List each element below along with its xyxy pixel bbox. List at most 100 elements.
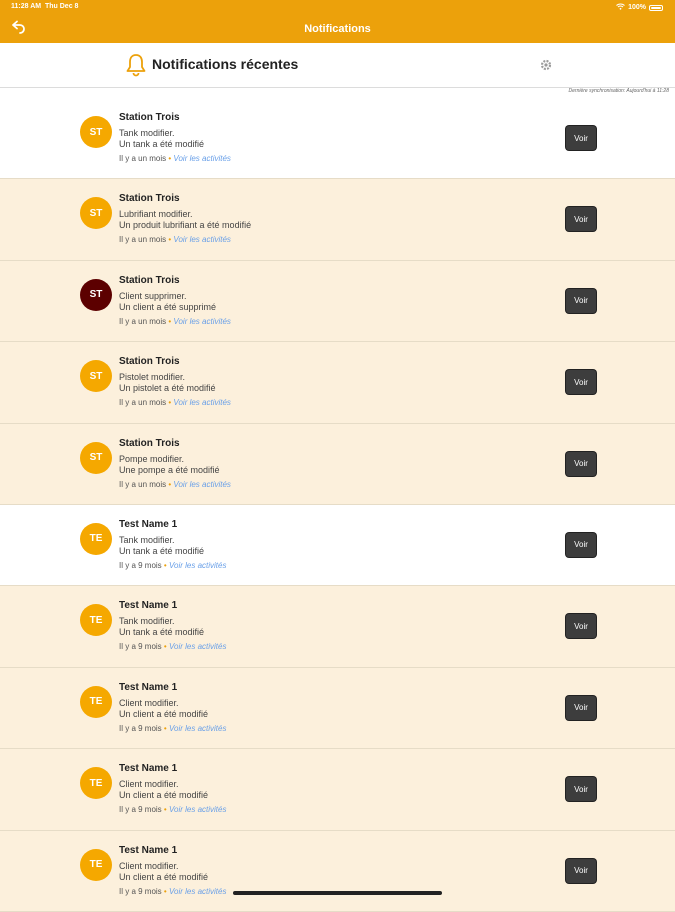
gear-icon[interactable] [539,58,553,72]
view-activities-link[interactable]: Voir les activités [169,887,227,896]
notification-meta: Il y a 9 mois • Voir les activités [119,724,226,733]
notification-title: Tank modifier. [119,616,175,627]
notification-description: Un produit lubrifiant a été modifié [119,220,252,231]
voir-button[interactable]: Voir [566,207,596,232]
separator-dot: • [163,805,167,815]
notification-description: Une pompe a été modifié [119,464,220,475]
avatar: TE [80,522,112,555]
view-activities-link[interactable]: Voir les activités [173,317,231,326]
voir-button[interactable]: Voir [566,532,596,557]
avatar: ST [80,116,112,148]
notification-time: Il y a un mois [119,154,167,163]
notification-item: ST Station Trois Pompe modifier. Une pompe … [0,423,675,505]
notification-source: Station Trois [119,193,180,205]
notification-title: Client modifier. [119,779,179,790]
notification-meta: Il y a 9 mois • Voir les activités [119,642,226,651]
notification-item: ST Station Trois Client supprimer. Un clien… [0,260,675,343]
view-activities-link[interactable]: Voir les activités [173,154,231,163]
notification-source: Station Trois [119,112,180,123]
avatar: ST [80,197,112,230]
wifi-icon [616,3,625,12]
avatar: TE [80,604,112,637]
notification-description: Un tank a été modifié [119,627,205,638]
notification-meta: Il y a un mois • Voir les activités [119,480,231,489]
notification-time: Il y a un mois [119,479,167,489]
notification-time: Il y a un mois [119,398,167,408]
notification-time: Il y a 9 mois [119,723,162,733]
notification-item: TE Test Name 1 Client modifier. Un client a… [0,667,675,750]
view-activities-link[interactable]: Voir les activités [169,724,227,733]
voir-button[interactable]: Voir [566,451,596,476]
notification-title: Pompe modifier. [119,453,185,464]
separator-dot: • [168,479,172,489]
avatar: TE [80,848,112,881]
notification-meta: Il y a un mois • Voir les activités [119,317,231,326]
notification-source: Test Name 1 [119,518,178,530]
avatar: TE [80,767,112,800]
notification-time: Il y a 9 mois [119,642,162,652]
notification-description: Un tank a été modifié [119,545,205,556]
separator-dot: • [168,316,172,326]
view-activities-link[interactable]: Voir les activités [173,398,231,407]
notification-description: Un tank a été modifié [119,139,205,149]
separator-dot: • [168,398,172,408]
view-activities-link[interactable]: Voir les activités [173,235,231,244]
notification-time: Il y a 9 mois [119,805,162,815]
notification-time: Il y a un mois [119,235,167,245]
notification-title: Client modifier. [119,697,179,708]
nav-title: Notifications [304,23,371,35]
notification-meta: Il y a 9 mois • Voir les activités [119,561,226,570]
notification-meta: Il y a 9 mois • Voir les activités [119,887,226,896]
notification-meta: Il y a un mois • Voir les activités [119,398,231,407]
avatar: TE [80,685,112,718]
separator-dot: • [163,642,167,652]
view-activities-link[interactable]: Voir les activités [169,642,227,651]
battery-icon [649,4,663,11]
notification-source: Test Name 1 [119,844,178,856]
notification-description: Un pistolet a été modifié [119,383,216,394]
notification-item: TE Test Name 1 Tank modifier. Un tank a été… [0,586,675,668]
voir-button[interactable]: Voir [566,126,596,150]
notification-item: ST Station Trois Lubrifiant modifier. Un pr… [0,179,675,261]
notification-title: Lubrifiant modifier. [119,209,193,220]
avatar: ST [80,441,112,474]
voir-button[interactable]: Voir [566,614,596,639]
battery-percent: 100% [628,4,646,11]
notification-item: ST Station Trois Pistolet modifier. Un pist… [0,342,675,424]
separator-dot: • [163,723,167,733]
notification-source: Test Name 1 [119,763,178,775]
notification-time: Il y a un mois [119,316,167,326]
avatar: ST [80,360,112,393]
view-activities-link[interactable]: Voir les activités [169,805,227,814]
separator-dot: • [168,235,172,245]
notification-source: Test Name 1 [119,600,178,612]
notification-source: Station Trois [119,274,180,286]
notification-title: Client supprimer. [119,290,187,301]
notifications-header [0,43,675,88]
bell-icon [125,53,147,77]
voir-button[interactable]: Voir [566,777,596,802]
notification-list: ST Station Trois Tank modifier. Un tank a é… [0,98,675,912]
voir-button[interactable]: Voir [566,370,596,395]
view-activities-link[interactable]: Voir les activités [173,480,231,489]
notification-item: ST Station Trois Tank modifier. Un tank a é… [0,98,675,180]
voir-button[interactable]: Voir [566,858,596,883]
notification-source: Station Trois [119,356,180,368]
voir-button[interactable]: Voir [566,288,596,313]
notification-meta: Il y a un mois • Voir les activités [119,235,231,244]
notification-title: Tank modifier. [119,128,175,138]
page-title: Notifications récentes [152,56,299,72]
notification-time: Il y a 9 mois [119,886,162,896]
notification-item: TE Test Name 1 Client modifier. Un client a… [0,749,675,831]
notification-item: TE Test Name 1 Tank modifier. Un tank a été… [0,504,675,587]
notification-meta: Il y a 9 mois • Voir les activités [119,805,226,814]
top-bar: 11:28 AM Thu Dec 8 100% Notifications [0,0,675,43]
view-activities-link[interactable]: Voir les activités [169,561,227,570]
notification-time: Il y a 9 mois [119,560,162,570]
separator-dot: • [168,154,172,163]
voir-button[interactable]: Voir [566,695,596,720]
status-date: Thu Dec 8 [44,3,79,10]
notification-meta: Il y a un mois • Voir les activités [119,154,231,163]
last-sync-text: Dernière synchronisation: Aujourd'hui à … [568,88,669,94]
notification-source: Station Trois [119,437,180,449]
